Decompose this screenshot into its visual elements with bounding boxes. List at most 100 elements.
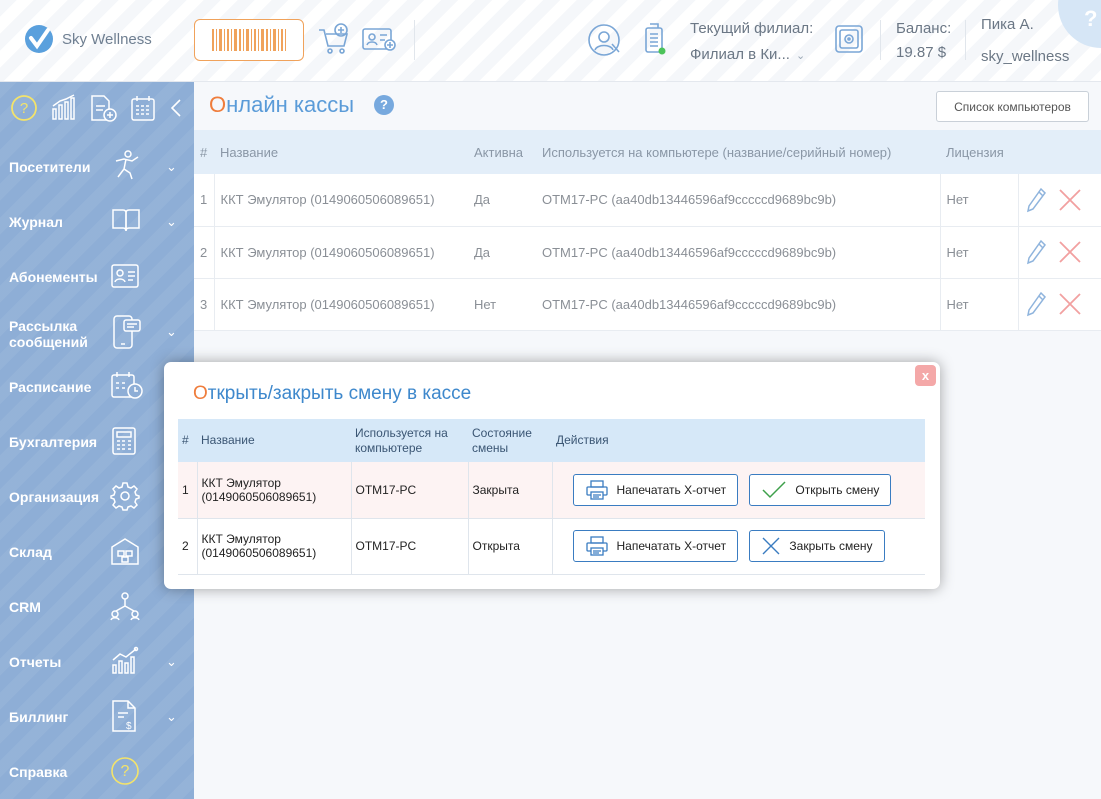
page-title: Онлайн кассы [209, 92, 354, 118]
stats-chart-icon[interactable] [50, 94, 78, 122]
branch-select[interactable]: Филиал в Ки... ⌄ [690, 46, 805, 63]
sidebar-item-help[interactable]: Справка ? [0, 744, 194, 799]
delete-x-icon[interactable] [1058, 188, 1082, 212]
user-login[interactable]: sky_wellness [981, 48, 1069, 65]
printer-icon [585, 536, 608, 556]
document-add-icon[interactable] [88, 94, 118, 124]
svg-text:?: ? [121, 763, 130, 780]
branch-select-value: Филиал в Ки... [690, 46, 790, 63]
table-row: 1 ККТ Эмулятор (0149060506089651) OTM17-… [178, 462, 925, 519]
chevron-down-icon: ⌄ [166, 654, 177, 669]
sidebar-item-label: Организация [9, 489, 100, 505]
button-label: Закрыть смену [789, 539, 873, 553]
gear-icon [110, 482, 140, 511]
row-number: 2 [178, 518, 197, 575]
table-row: 3 ККТ Эмулятор (0149060506089651) Нет OT… [194, 278, 1101, 331]
checkmark-icon [762, 481, 786, 498]
logo[interactable]: Sky Wellness [24, 24, 152, 54]
open-shift-button[interactable]: Открыть смену [749, 473, 892, 506]
current-branch-label: Текущий филиал: [690, 20, 814, 37]
top-header: Sky Wellness Текущий филиал: Филиал в Ки… [0, 0, 1101, 82]
computer-name: OTM17-PC [350, 518, 468, 575]
page-title-first-letter: О [209, 92, 227, 117]
question-mark-icon: ? [1084, 6, 1098, 31]
help-circle-icon[interactable]: ? [10, 94, 38, 122]
sidebar-item-label: Рассылка сообщений [9, 318, 88, 350]
sidebar-item-label: Отчеты [9, 654, 62, 670]
billing-doc-icon: $ [112, 700, 136, 732]
sidebar-item-subscriptions[interactable]: Абонементы [0, 249, 194, 304]
dialog-title-first-letter: О [193, 383, 208, 404]
balance-label: Баланс: [896, 20, 952, 37]
edit-pencil-icon[interactable] [1025, 291, 1047, 317]
print-x-report-button[interactable]: Напечатать X-отчет [572, 530, 739, 562]
help-corner-button[interactable]: ? [1058, 0, 1101, 48]
active-status: Да [468, 174, 536, 227]
balance-value: 19.87 $ [896, 44, 947, 61]
crm-network-icon [110, 592, 140, 621]
column-header: # [178, 419, 197, 462]
sidebar-item-billing[interactable]: Биллинг $ ⌄ [0, 689, 194, 744]
calculator-icon [112, 427, 136, 455]
table-row: 2 ККТ Эмулятор (0149060506089651) Да OTM… [194, 226, 1101, 279]
sidebar-item-label: Журнал [9, 214, 63, 230]
warehouse-icon [111, 538, 139, 565]
shift-state: Закрыта [467, 462, 552, 519]
sidebar-item-messaging[interactable]: Рассылка сообщений ⌄ [0, 304, 194, 359]
shift-state: Открыта [467, 518, 552, 575]
column-header: Используется на компьютере (название/сер… [536, 130, 940, 174]
header-divider [965, 20, 966, 60]
sidebar-item-journal[interactable]: Журнал ⌄ [0, 194, 194, 249]
add-client-card-icon[interactable] [361, 22, 397, 56]
user-name[interactable]: Пика А. [981, 16, 1034, 33]
row-actions [1017, 226, 1101, 279]
column-header: Активна [468, 130, 536, 174]
delete-x-icon[interactable] [1058, 292, 1082, 316]
collapse-sidebar-icon[interactable] [170, 98, 182, 118]
shift-dialog: x Открыть/закрыть смену в кассе # Назван… [164, 362, 940, 589]
sidebar-item-visitors[interactable]: Посетители ⌄ [0, 139, 194, 194]
computer-name: OTM17-PC [350, 462, 468, 519]
close-shift-button[interactable]: Закрыть смену [749, 530, 885, 562]
row-number: 3 [194, 278, 214, 331]
sidebar-item-reports[interactable]: Отчеты ⌄ [0, 634, 194, 689]
messaging-icon [113, 315, 141, 349]
button-label: Открыть смену [795, 482, 880, 497]
column-header: Состояние смены [468, 419, 552, 462]
sidebar-item-crm[interactable]: CRM [0, 579, 194, 634]
edit-pencil-icon[interactable] [1025, 187, 1047, 213]
close-dialog-button[interactable]: x [915, 365, 936, 386]
barcode-scan-button[interactable] [194, 19, 304, 61]
edit-pencil-icon[interactable] [1025, 239, 1047, 265]
sidebar-item-label: Склад [9, 544, 52, 560]
table-header-row: # Название Активна Используется на компь… [194, 130, 1101, 174]
computers-list-button[interactable]: Список компьютеров [936, 91, 1089, 122]
license-status: Нет [939, 174, 1018, 227]
safe-icon[interactable] [834, 24, 864, 54]
column-header: Используется на компьютере [351, 419, 468, 462]
printer-icon [585, 480, 608, 500]
chevron-down-icon: ⌄ [166, 214, 177, 229]
svg-text:?: ? [20, 100, 28, 117]
page-help-icon[interactable]: ? [374, 95, 394, 115]
calendar-grid-icon[interactable] [129, 94, 157, 122]
delete-x-icon[interactable] [1058, 240, 1082, 264]
cash-register-status-icon[interactable] [642, 22, 668, 56]
register-name: ККТ Эмулятор (0149060506089651) [196, 518, 351, 575]
shift-table: # Название Используется на компьютере Со… [178, 419, 925, 575]
print-x-report-button[interactable]: Напечатать X-отчет [572, 473, 739, 506]
computer-info: OTM17-PC (aa40db13446596af9cccccd9689bc9… [536, 174, 940, 227]
button-label: Напечатать X-отчет [616, 539, 727, 553]
support-agent-icon[interactable] [586, 22, 622, 58]
row-actions: Напечатать X-отчет Закрыть смену [551, 518, 925, 575]
chevron-down-icon: ⌄ [166, 324, 177, 339]
row-actions: Напечатать X-отчет Открыть смену [551, 462, 925, 519]
cart-add-icon[interactable] [317, 22, 351, 56]
close-x-icon [762, 537, 780, 555]
register-name: ККТ Эмулятор (0149060506089651) [213, 174, 468, 227]
column-header: Название [197, 419, 351, 462]
active-status: Да [468, 226, 536, 279]
book-icon [112, 209, 140, 232]
header-divider [880, 20, 881, 60]
chevron-down-icon: ⌄ [795, 50, 806, 62]
